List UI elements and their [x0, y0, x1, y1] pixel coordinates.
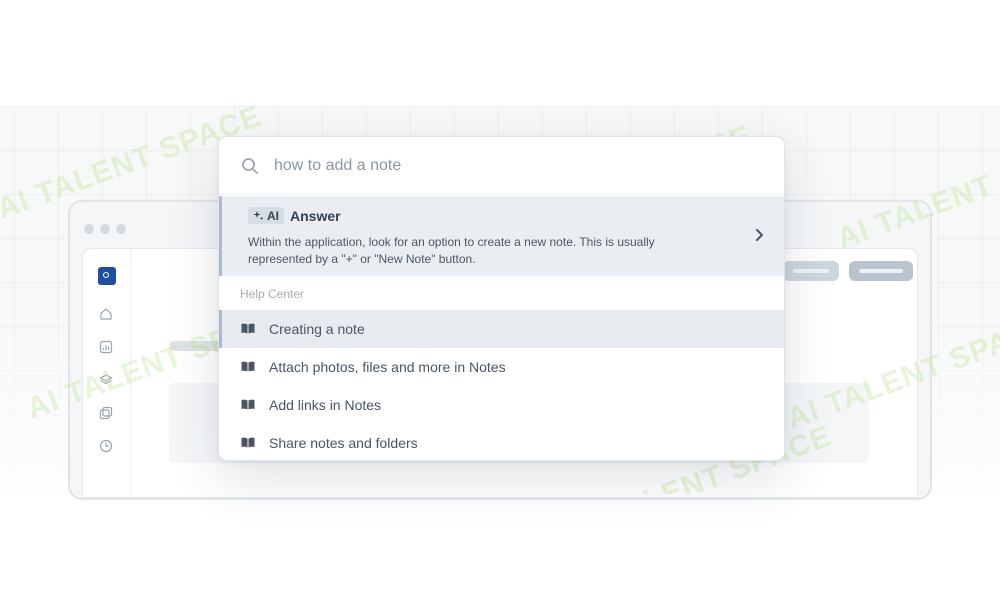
- toolbar-pill: [849, 261, 913, 281]
- help-item-label: Creating a note: [269, 321, 365, 337]
- ai-badge: AI: [248, 207, 284, 224]
- window-dot: [84, 224, 94, 234]
- help-item-creating-a-note[interactable]: Creating a note: [219, 310, 784, 348]
- command-palette: AI Answer Within the application, look f…: [218, 136, 785, 461]
- stage: AI TALENT SPACE AI TALENT SPACE AI TALEN…: [0, 0, 1000, 600]
- answer-header: AI Answer: [248, 207, 341, 224]
- copy-icon: [99, 406, 113, 420]
- app-logo: [98, 267, 116, 285]
- chart-icon: [99, 340, 113, 354]
- sparkle-icon: [253, 211, 264, 221]
- ai-answer-card[interactable]: AI Answer Within the application, look f…: [219, 196, 784, 276]
- help-center-list: Creating a note Attach photos, files and…: [219, 310, 784, 460]
- help-item-label: Share notes and folders: [269, 435, 418, 451]
- chevron-right-icon[interactable]: [752, 226, 766, 244]
- app-sidebar: [83, 249, 131, 497]
- toolbar-pill: [783, 261, 839, 281]
- help-item-share-notes[interactable]: Share notes and folders: [219, 424, 784, 460]
- book-icon: [241, 399, 255, 410]
- search-bar: [219, 137, 784, 195]
- clock-icon: [99, 439, 113, 453]
- answer-text: Within the application, look for an opti…: [248, 235, 655, 266]
- window-controls: [84, 224, 126, 234]
- window-dot: [100, 224, 110, 234]
- help-item-attach-photos[interactable]: Attach photos, files and more in Notes: [219, 348, 784, 386]
- book-icon: [241, 437, 255, 448]
- search-input[interactable]: [274, 153, 754, 179]
- answer-title: Answer: [290, 207, 341, 224]
- search-icon: [242, 158, 258, 174]
- book-icon: [241, 361, 255, 372]
- book-icon: [241, 323, 255, 334]
- help-item-add-links[interactable]: Add links in Notes: [219, 386, 784, 424]
- help-center-label: Help Center: [240, 287, 305, 301]
- window-dot: [116, 224, 126, 234]
- help-item-label: Attach photos, files and more in Notes: [269, 359, 506, 375]
- ai-badge-label: AI: [267, 208, 279, 223]
- home-icon: [100, 308, 112, 320]
- layers-icon: [99, 374, 113, 385]
- help-item-label: Add links in Notes: [269, 397, 382, 413]
